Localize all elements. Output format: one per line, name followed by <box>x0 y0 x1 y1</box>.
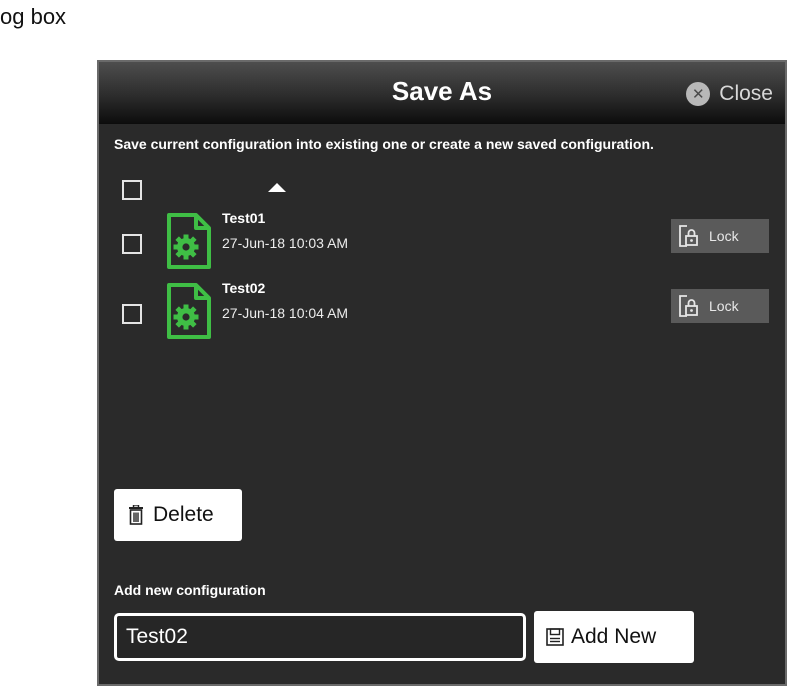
item-date: 27-Jun-18 10:04 AM <box>222 305 349 321</box>
dialog-title-bar: Save As ✕ Close <box>99 62 785 124</box>
lock-button[interactable]: Lock <box>671 289 769 323</box>
item-checkbox[interactable] <box>122 304 142 324</box>
lock-button[interactable]: Lock <box>671 219 769 253</box>
page-caption: og box <box>0 4 67 29</box>
config-file-icon <box>167 283 211 339</box>
lock-icon <box>679 225 698 247</box>
lock-label: Lock <box>709 228 739 244</box>
lock-icon <box>679 295 698 317</box>
sort-up-icon[interactable] <box>268 183 286 192</box>
list-item[interactable]: Test02 27-Jun-18 10:04 AM Lock <box>99 280 785 348</box>
dialog-title: Save As <box>391 76 493 106</box>
dialog-description: Save current configuration into existing… <box>114 136 654 152</box>
add-new-label: Add New <box>571 625 657 648</box>
item-name: Test01 <box>222 210 266 226</box>
item-date: 27-Jun-18 10:03 AM <box>222 235 349 251</box>
configuration-name-input[interactable] <box>114 613 526 661</box>
close-icon: ✕ <box>686 82 711 106</box>
close-label: Close <box>719 82 773 105</box>
save-as-dialog: Save As ✕ Close Save current configurati… <box>97 60 787 686</box>
delete-button[interactable]: Delete <box>114 489 242 541</box>
lock-label: Lock <box>709 298 739 314</box>
add-new-button[interactable]: Add New <box>534 611 694 663</box>
delete-label: Delete <box>153 503 214 526</box>
item-checkbox[interactable] <box>122 234 142 254</box>
config-file-icon <box>167 213 211 269</box>
add-section-label: Add new configuration <box>114 582 266 598</box>
list-item[interactable]: Test01 27-Jun-18 10:03 AM Lock <box>99 210 785 278</box>
close-button[interactable]: ✕ Close <box>686 80 773 108</box>
select-all-checkbox[interactable] <box>122 180 142 200</box>
save-icon <box>546 628 564 646</box>
trash-icon <box>129 505 143 525</box>
item-name: Test02 <box>222 280 266 296</box>
